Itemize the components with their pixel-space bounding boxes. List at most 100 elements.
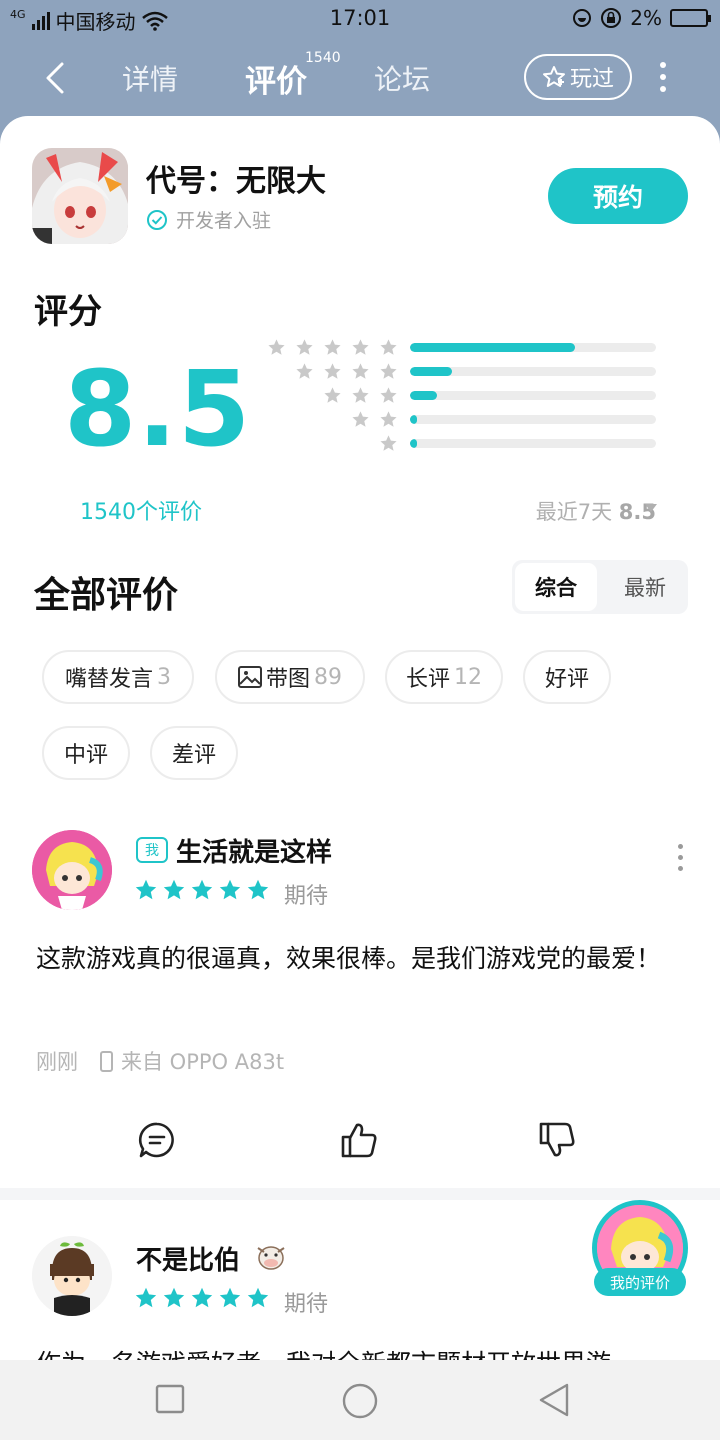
rating-row-fill	[410, 367, 452, 376]
back-arrow-icon[interactable]	[40, 58, 70, 98]
rating-row-stars	[379, 434, 398, 453]
filter-chip-long[interactable]: 长评 12	[385, 650, 503, 704]
top-nav: 详情 评价 1540 论坛 玩过	[0, 38, 720, 118]
system-nav-bar	[0, 1360, 720, 1440]
star-icon	[246, 1286, 270, 1314]
rating-section-title: 评分	[34, 292, 102, 332]
tab-details[interactable]: 详情	[122, 58, 178, 98]
rating-row-fill	[410, 439, 418, 448]
back-triangle-icon[interactable]	[537, 1382, 571, 1418]
played-label: 玩过	[569, 67, 614, 92]
thumbs-down-icon[interactable]	[537, 1120, 577, 1160]
rating-row-fill	[410, 415, 418, 424]
do-not-disturb-icon	[573, 9, 592, 27]
star-icon	[190, 1286, 214, 1314]
developer-badge-label: 开发者入驻	[176, 210, 272, 232]
tab-reviews[interactable]: 评价	[245, 56, 307, 101]
filter-chip-with-image[interactable]: 带图 89	[215, 650, 365, 704]
rating-row-fill	[410, 343, 575, 352]
rating-row-fill	[410, 391, 438, 400]
game-title: 代号：无限大	[146, 164, 326, 199]
review-more-icon[interactable]	[678, 844, 683, 871]
filter-chip-quote[interactable]: 嘴替发言 3	[42, 650, 194, 704]
review-tag: 期待	[284, 1292, 329, 1317]
rating-row-stars	[351, 410, 398, 429]
developer-badge: 开发者入驻	[146, 206, 271, 233]
star-icon	[190, 878, 214, 906]
rating-row-bar	[410, 415, 656, 424]
sort-latest[interactable]: 最新	[604, 563, 686, 611]
avatar[interactable]	[32, 830, 112, 910]
star-icon	[162, 878, 186, 906]
filter-chip-neutral[interactable]: 中评	[42, 726, 130, 780]
game-icon	[32, 148, 128, 244]
star-icon	[162, 1286, 186, 1314]
image-icon	[237, 666, 262, 688]
review-time: 刚刚	[36, 1050, 78, 1074]
tab-forum[interactable]: 论坛	[374, 58, 430, 98]
comment-icon[interactable]	[137, 1120, 177, 1160]
filter-chip-label: 长评	[405, 667, 450, 692]
home-icon[interactable]	[341, 1382, 379, 1420]
verified-check-icon	[147, 209, 167, 230]
phone-icon	[100, 1050, 113, 1072]
review-count: 1540个评价	[80, 500, 202, 525]
review-device: 来自 OPPO A83t	[121, 1050, 285, 1074]
average-score: 8.5	[64, 348, 252, 470]
rating-distribution-row	[260, 386, 660, 404]
rating-row-stars	[323, 386, 398, 405]
recent-rating-label: 最近7天	[535, 500, 613, 524]
rating-distribution-row	[260, 362, 660, 380]
rating-row-stars	[267, 338, 398, 357]
filter-chip-count: 3	[157, 664, 171, 690]
divider	[0, 1188, 720, 1200]
star-icon	[134, 878, 158, 906]
star-icon	[134, 1286, 158, 1314]
recent-apps-icon[interactable]	[155, 1384, 185, 1414]
rotation-lock-icon	[601, 8, 622, 28]
star-icon	[218, 878, 242, 906]
avatar[interactable]	[32, 1236, 112, 1316]
filter-chip-label: 带图	[265, 667, 310, 692]
filter-chip-label: 差评	[171, 743, 216, 768]
review-stars	[134, 878, 270, 906]
review-text[interactable]: 作为一名游戏爱好者，我对全新都市题材开放世界游	[36, 1344, 611, 1360]
played-button[interactable]: 玩过	[524, 54, 632, 100]
all-reviews-title: 全部评价	[34, 575, 179, 616]
main-card: 代号：无限大 开发者入驻 预约 评分 8.5 1540个评价 最近7天 8.5 …	[0, 116, 720, 1360]
rating-distribution-row	[260, 338, 660, 356]
my-review-label: 我的评价	[594, 1268, 686, 1296]
tab-reviews-count: 1540	[305, 50, 341, 66]
review-username[interactable]: 生活就是这样	[176, 832, 332, 869]
sort-comprehensive[interactable]: 综合	[515, 563, 597, 611]
caret-down-icon[interactable]	[645, 504, 657, 512]
review-username[interactable]: 不是比伯	[136, 1240, 240, 1277]
star-icon	[218, 1286, 242, 1314]
filter-chip-count: 89	[314, 664, 342, 690]
rating-row-bar	[410, 439, 656, 448]
rating-distribution-row	[260, 410, 660, 428]
recent-rating[interactable]: 最近7天 8.5	[536, 496, 656, 526]
thumbs-up-icon[interactable]	[339, 1120, 379, 1160]
rating-row-stars	[295, 362, 398, 381]
reserve-button[interactable]: 预约	[548, 168, 688, 224]
status-bar: 4G 中国移动 17:01 2%	[0, 0, 720, 38]
filter-chip-label: 好评	[544, 667, 589, 692]
star-icon	[246, 878, 270, 906]
me-badge: 我	[136, 837, 168, 863]
filter-chip-label: 嘴替发言	[64, 667, 153, 692]
review-text[interactable]: 这款游戏真的很逼真，效果很棒。是我们游戏党的最爱！	[36, 936, 686, 982]
my-review-button[interactable]: 我的评价	[592, 1200, 688, 1296]
more-options-icon[interactable]	[656, 62, 670, 92]
battery-icon	[670, 9, 711, 27]
battery-percent: 2%	[630, 6, 662, 30]
rating-row-bar	[410, 343, 656, 352]
filter-chip-positive[interactable]: 好评	[523, 650, 611, 704]
cow-emoji-icon	[257, 1246, 285, 1270]
sort-toggle: 综合 最新	[512, 560, 688, 614]
review-tag: 期待	[284, 884, 329, 909]
rating-row-bar	[410, 391, 656, 400]
rating-distribution-row	[260, 434, 660, 452]
filter-chip-negative[interactable]: 差评	[150, 726, 238, 780]
review-meta: 刚刚 来自 OPPO A83t	[36, 1046, 284, 1076]
